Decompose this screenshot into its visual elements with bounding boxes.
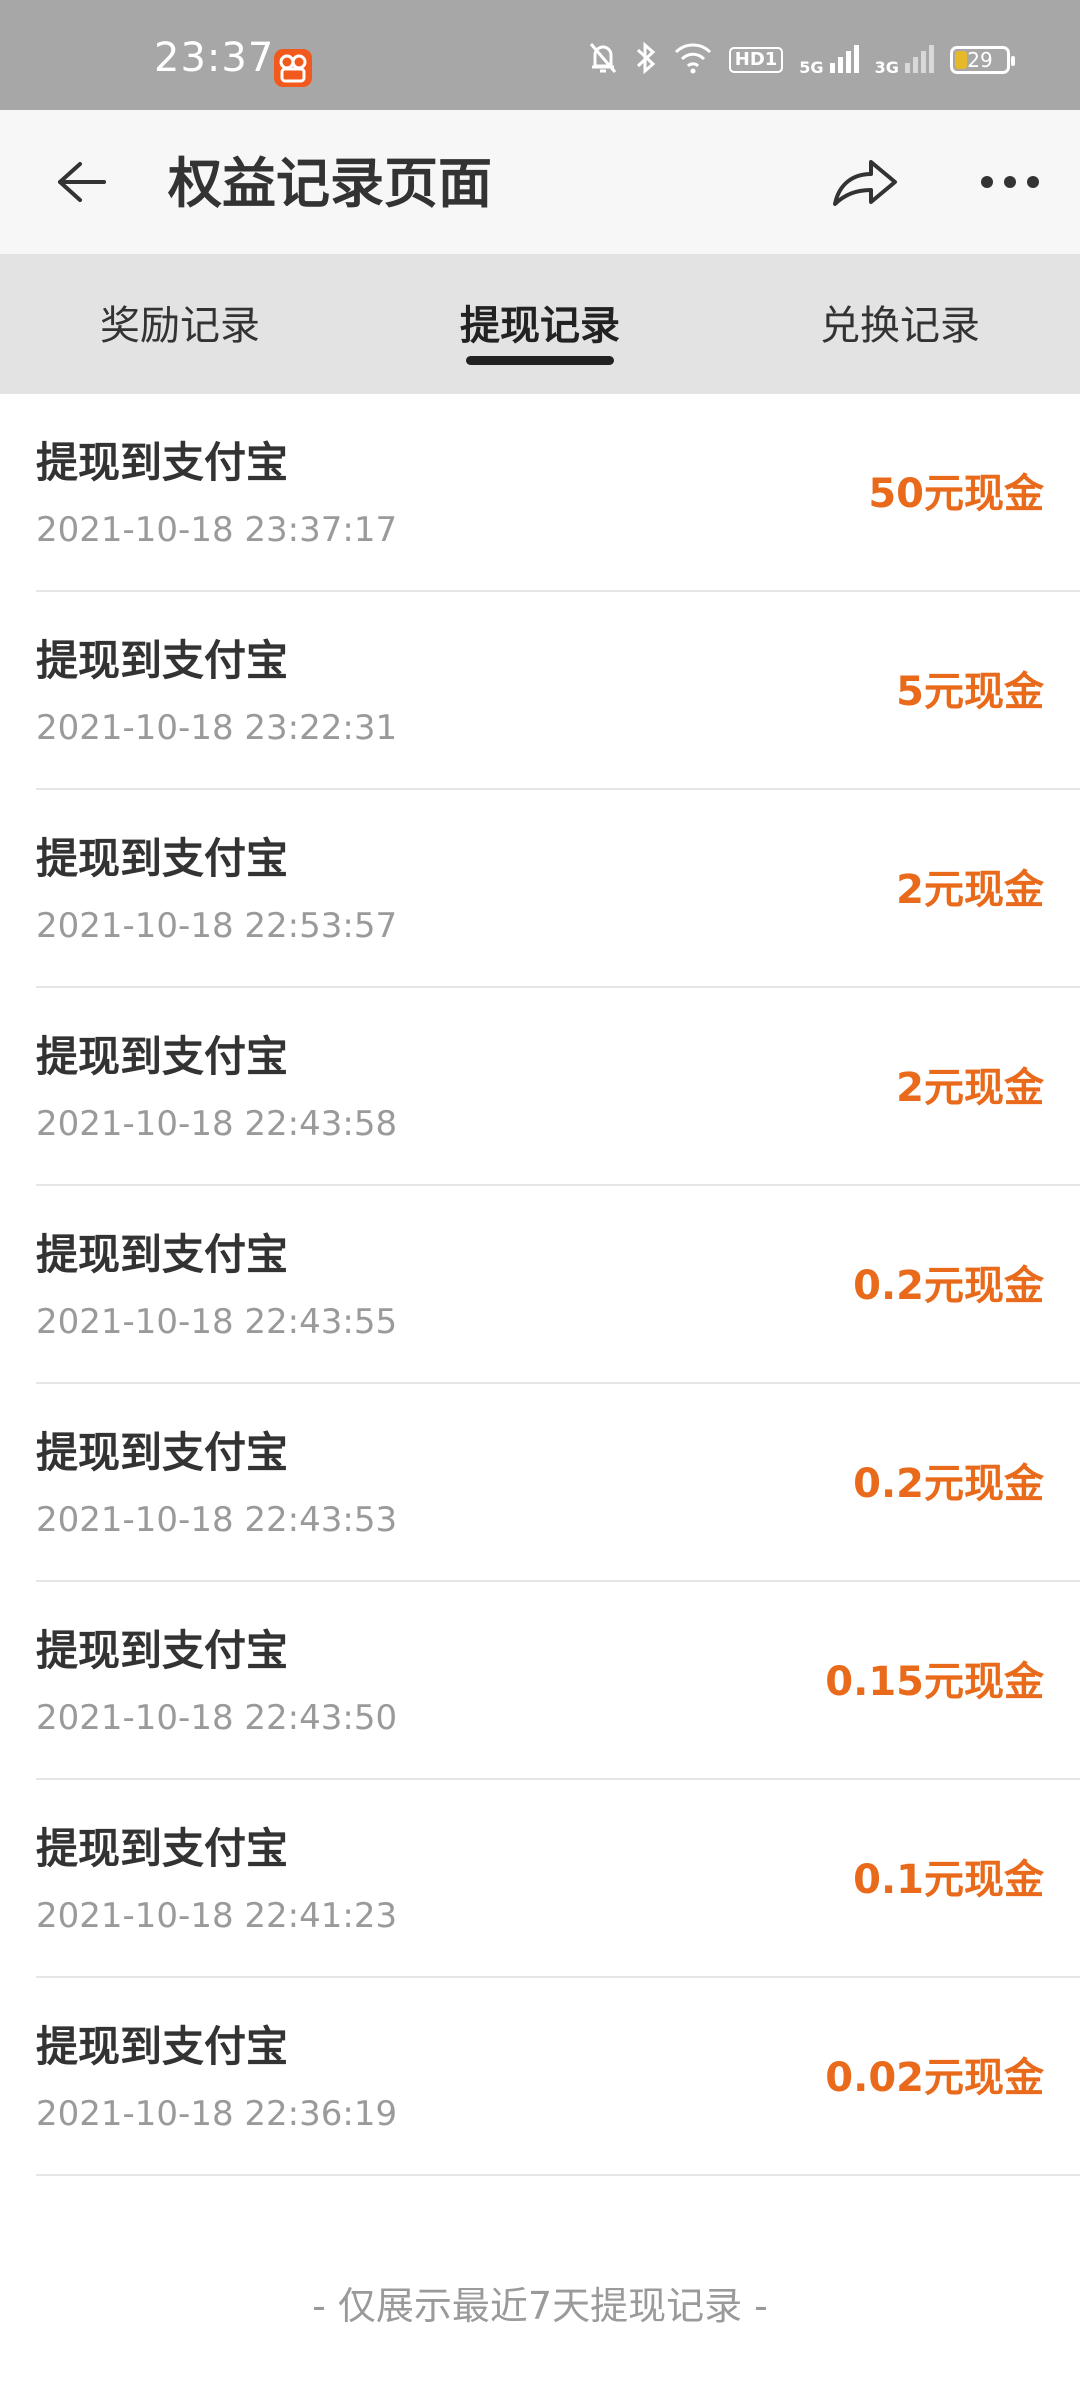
record-amount: 0.02元现金: [825, 2055, 1044, 2101]
share-button[interactable]: [826, 150, 906, 214]
tab-exchange-records[interactable]: 兑换记录: [770, 304, 1030, 348]
bluetooth-icon: [635, 40, 657, 80]
more-dots-icon: [981, 176, 1039, 188]
record-title: 提现到支付宝: [36, 834, 289, 883]
record-time: 2021-10-18 22:53:57: [36, 906, 398, 946]
list-item[interactable]: 提现到支付宝 2021-10-18 22:53:57 2元现金: [36, 790, 1080, 988]
list-item[interactable]: 提现到支付宝 2021-10-18 22:43:58 2元现金: [36, 988, 1080, 1186]
signal-3g-icon: 3G: [875, 43, 934, 77]
record-tabs: 奖励记录 提现记录 兑换记录: [0, 254, 1080, 394]
app-header: 权益记录页面: [0, 110, 1080, 254]
record-time: 2021-10-18 23:37:17: [36, 510, 398, 550]
list-item[interactable]: 提现到支付宝 2021-10-18 22:41:23 0.1元现金: [36, 1780, 1080, 1978]
record-amount: 2元现金: [896, 1065, 1044, 1111]
record-amount: 2元现金: [896, 867, 1044, 913]
list-item[interactable]: 提现到支付宝 2021-10-18 23:37:17 50元现金: [36, 394, 1080, 592]
record-title: 提现到支付宝: [36, 1230, 289, 1279]
status-icons: HD1 5G 3G 29: [587, 38, 1015, 82]
record-time: 2021-10-18 22:43:58: [36, 1104, 398, 1144]
app-notification-icon: [274, 49, 312, 87]
record-time: 2021-10-18 22:43:50: [36, 1698, 398, 1738]
signal-5g-icon: 5G: [799, 43, 859, 77]
record-time: 2021-10-18 22:43:55: [36, 1302, 398, 1342]
list-item[interactable]: 提现到支付宝 2021-10-18 22:43:55 0.2元现金: [36, 1186, 1080, 1384]
record-amount: 0.2元现金: [853, 1263, 1044, 1309]
record-time: 2021-10-18 22:36:19: [36, 2094, 398, 2134]
wifi-icon: [673, 42, 713, 78]
share-icon: [833, 160, 897, 206]
signal-5g-label: 5G: [799, 58, 824, 77]
withdraw-record-list: 提现到支付宝 2021-10-18 23:37:17 50元现金 提现到支付宝 …: [0, 394, 1080, 2400]
list-item[interactable]: 提现到支付宝 2021-10-18 22:43:53 0.2元现金: [36, 1384, 1080, 1582]
arrow-left-icon: [58, 162, 106, 202]
record-time: 2021-10-18 22:43:53: [36, 1500, 398, 1540]
active-tab-indicator: [466, 356, 614, 365]
more-button[interactable]: [970, 150, 1050, 214]
record-title: 提现到支付宝: [36, 2022, 289, 2071]
hd-badge: HD1: [728, 47, 784, 73]
tab-reward-records[interactable]: 奖励记录: [50, 304, 310, 348]
record-title: 提现到支付宝: [36, 1032, 289, 1081]
bell-off-icon: [587, 40, 619, 80]
record-title: 提现到支付宝: [36, 1824, 289, 1873]
record-amount: 0.2元现金: [853, 1461, 1044, 1507]
list-item[interactable]: 提现到支付宝 2021-10-18 22:43:50 0.15元现金: [36, 1582, 1080, 1780]
back-button[interactable]: [50, 150, 114, 214]
list-item[interactable]: 提现到支付宝 2021-10-18 23:22:31 5元现金: [36, 592, 1080, 790]
record-amount: 50元现金: [868, 471, 1044, 517]
record-title: 提现到支付宝: [36, 1626, 289, 1675]
record-title: 提现到支付宝: [36, 438, 289, 487]
record-title: 提现到支付宝: [36, 1428, 289, 1477]
record-amount: 0.15元现金: [825, 1659, 1044, 1705]
footer-note: - 仅展示最近7天提现记录 -: [312, 2284, 768, 2328]
record-title: 提现到支付宝: [36, 636, 289, 685]
record-time: 2021-10-18 22:41:23: [36, 1896, 398, 1936]
page-title: 权益记录页面: [168, 152, 492, 215]
record-amount: 0.1元现金: [853, 1857, 1044, 1903]
record-amount: 5元现金: [896, 669, 1044, 715]
tab-withdraw-records[interactable]: 提现记录: [410, 304, 670, 348]
record-time: 2021-10-18 23:22:31: [36, 708, 398, 748]
list-item[interactable]: 提现到支付宝 2021-10-18 22:36:19 0.02元现金: [36, 1978, 1080, 2176]
signal-3g-label: 3G: [874, 58, 899, 77]
battery-icon: 29: [950, 46, 1015, 74]
status-time: 23:37: [154, 35, 275, 81]
status-bar: 23:37 HD1 5G 3G 29: [0, 0, 1080, 110]
battery-level: 29: [967, 48, 993, 72]
